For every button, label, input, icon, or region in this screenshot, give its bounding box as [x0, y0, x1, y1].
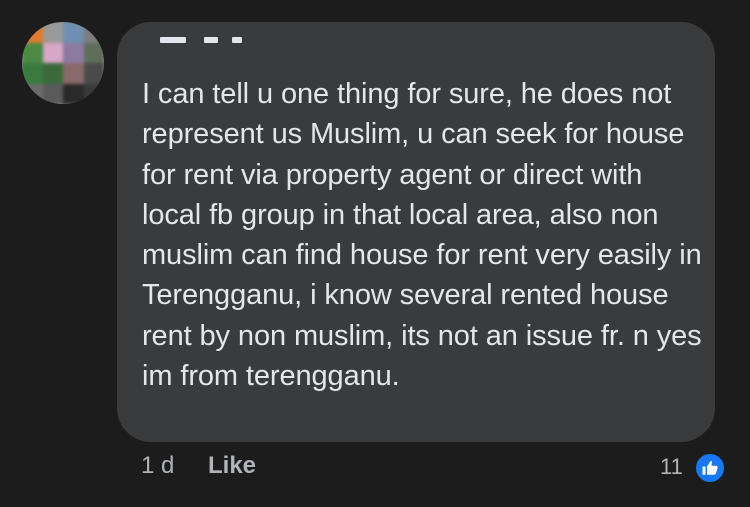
- avatar-pixel-14: [63, 83, 84, 104]
- avatar-pixel-15: [83, 83, 104, 104]
- avatar-pixel-10: [63, 63, 84, 84]
- avatar-pixel-3: [83, 22, 104, 43]
- commenter-avatar[interactable]: [22, 22, 104, 104]
- comment-text: I can tell u one thing for sure, he does…: [142, 78, 702, 393]
- comment-timestamp[interactable]: 1 d: [141, 452, 174, 480]
- avatar-pixel-5: [42, 42, 63, 63]
- avatar-pixel-11: [83, 63, 104, 84]
- avatar-pixel-8: [22, 63, 43, 84]
- avatar-pixelated-image: [22, 22, 104, 104]
- thumbs-up-icon[interactable]: [694, 452, 726, 484]
- like-button[interactable]: Like: [208, 452, 256, 480]
- avatar-pixel-2: [63, 22, 84, 43]
- avatar-pixel-7: [83, 42, 104, 63]
- avatar-pixel-1: [42, 22, 63, 43]
- comment-actions: 1 d Like 11: [0, 452, 750, 484]
- reaction-count[interactable]: 11: [660, 454, 683, 480]
- avatar-pixel-13: [42, 83, 63, 104]
- avatar-pixel-12: [22, 83, 43, 104]
- avatar-pixel-6: [63, 42, 84, 63]
- avatar-pixel-4: [22, 42, 43, 63]
- avatar-pixel-0: [22, 22, 43, 43]
- avatar-pixel-9: [42, 63, 63, 84]
- comment-bubble: I can tell u one thing for sure, he does…: [117, 22, 715, 442]
